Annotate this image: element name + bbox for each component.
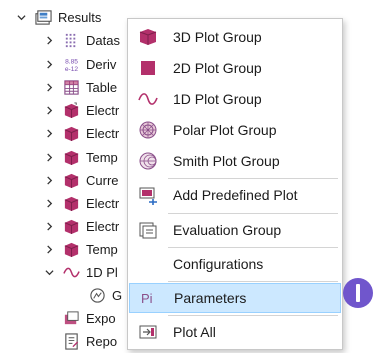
tree-node-label: Table [86, 79, 118, 95]
tree-node-export[interactable]: Expo [62, 306, 116, 330]
menu-item-label: 3D Plot Group [173, 29, 262, 45]
tree-node-label: Curre [86, 172, 119, 188]
tutorial-step-marker [343, 278, 373, 308]
menu-item-polar-plot-group[interactable]: Polar Plot Group [129, 115, 341, 145]
chevron-right-icon[interactable] [42, 80, 56, 94]
tree-node-label: Repo [86, 333, 118, 349]
plot-group-3d-icon [62, 194, 80, 212]
tree-node-plot-group[interactable]: Electr [42, 214, 119, 238]
tree-node-plot-group[interactable]: Electr [42, 121, 119, 145]
smith-plot-group-icon [137, 150, 159, 172]
add-plot-context-menu: 3D Plot Group 2D Plot Group 1D Plot Grou… [127, 18, 343, 350]
chevron-down-icon[interactable] [42, 265, 56, 279]
parameters-icon-text: Pi [141, 291, 153, 306]
chevron-right-icon[interactable] [42, 33, 56, 47]
chevron-right-icon[interactable] [42, 150, 56, 164]
tree-node-label: Electr [86, 125, 120, 141]
tree-node-label: 1D Pl [86, 264, 118, 280]
plot-group-3d-icon [62, 240, 80, 258]
menu-item-label: Add Predefined Plot [173, 187, 298, 203]
tree-node-label: Deriv [86, 56, 117, 72]
tree-node-plot-group[interactable]: Electr [42, 98, 119, 122]
tree-node-label: Electr [86, 218, 120, 234]
tree-node-label: Results [58, 9, 102, 25]
tree-node-derived-values[interactable]: 8.85 e-12 Deriv [42, 52, 116, 76]
report-icon [62, 332, 80, 350]
menu-item-configurations[interactable]: Configurations [129, 249, 341, 279]
tree-node-datasets[interactable]: Datas [42, 28, 120, 52]
tree-node-label: Datas [86, 32, 120, 48]
menu-item-parameters[interactable]: Pi Parameters [129, 283, 341, 313]
results-folder-icon [34, 8, 52, 26]
menu-item-smith-plot-group[interactable]: Smith Plot Group [129, 146, 341, 176]
chevron-right-icon[interactable] [42, 242, 56, 256]
menu-item-label: Polar Plot Group [173, 122, 277, 138]
menu-item-2d-plot-group[interactable]: 2D Plot Group [129, 53, 341, 83]
menu-separator [168, 178, 338, 179]
global-plot-icon [88, 286, 106, 304]
tree-node-label: G [112, 287, 123, 303]
plot-group-2d-icon [137, 57, 159, 79]
tree-node-plot-group[interactable]: Curre [42, 168, 119, 192]
menu-item-label: Evaluation Group [173, 222, 282, 238]
chevron-right-icon[interactable] [42, 57, 56, 71]
derived-badge-top: 8.85 [65, 58, 78, 65]
plot-group-1d-icon [62, 263, 80, 281]
tree-node-reports[interactable]: Repo [62, 329, 117, 353]
derived-values-icon: 8.85 e-12 [62, 55, 80, 73]
plot-group-3d-icon [62, 171, 80, 189]
tree-node-label: Temp [86, 149, 118, 165]
menu-item-label: Plot All [173, 324, 216, 340]
chevron-right-icon[interactable] [42, 126, 56, 140]
export-icon [62, 309, 80, 327]
menu-item-add-predefined-plot[interactable]: Add Predefined Plot [129, 180, 341, 210]
tree-node-1d-plot-group[interactable]: 1D Pl [42, 260, 118, 284]
datasets-grid-icon [62, 31, 80, 49]
plot-group-3d-icon [62, 148, 80, 166]
plot-group-3d-icon [137, 26, 159, 48]
menu-item-3d-plot-group[interactable]: 3D Plot Group [129, 22, 341, 52]
menu-item-label: 2D Plot Group [173, 60, 262, 76]
plot-all-icon [137, 321, 159, 343]
menu-separator [168, 247, 338, 248]
menu-separator [168, 315, 338, 316]
menu-item-1d-plot-group[interactable]: 1D Plot Group [129, 84, 341, 114]
menu-item-evaluation-group[interactable]: Evaluation Group [129, 215, 341, 245]
plot-group-1d-icon [137, 88, 159, 110]
tree-node-plot-group[interactable]: Temp [42, 145, 118, 169]
table-icon [62, 78, 80, 96]
tree-node-plot-group[interactable]: Temp [42, 237, 118, 261]
menu-separator [168, 213, 338, 214]
tree-node-plot-group[interactable]: Electr [42, 191, 119, 215]
menu-item-label: Configurations [173, 256, 264, 272]
evaluation-group-icon [137, 219, 159, 241]
derived-badge-bottom: e-12 [64, 66, 78, 73]
chevron-right-icon[interactable] [42, 103, 56, 117]
chevron-right-icon[interactable] [42, 219, 56, 233]
add-predefined-plot-icon [137, 184, 159, 206]
chevron-right-icon[interactable] [42, 173, 56, 187]
tree-node-global-plot[interactable]: G [88, 283, 122, 307]
plot-group-3d-icon [62, 217, 80, 235]
plot-group-3d-icon [62, 101, 80, 119]
tree-node-label: Electr [86, 102, 120, 118]
menu-separator [168, 281, 338, 282]
chevron-right-icon[interactable] [42, 196, 56, 210]
menu-item-label: 1D Plot Group [173, 91, 262, 107]
tree-node-tables[interactable]: Table [42, 75, 117, 99]
polar-plot-group-icon [137, 119, 159, 141]
menu-item-label: Parameters [174, 290, 247, 306]
chevron-down-icon[interactable] [14, 10, 28, 24]
tree-node-label: Expo [86, 310, 116, 326]
tree-node-label: Temp [86, 241, 118, 257]
tree-node-label: Electr [86, 195, 120, 211]
plot-group-3d-icon [62, 124, 80, 142]
menu-item-plot-all[interactable]: Plot All [129, 317, 341, 347]
menu-item-label: Smith Plot Group [173, 153, 280, 169]
parameters-icon: Pi [138, 287, 160, 309]
